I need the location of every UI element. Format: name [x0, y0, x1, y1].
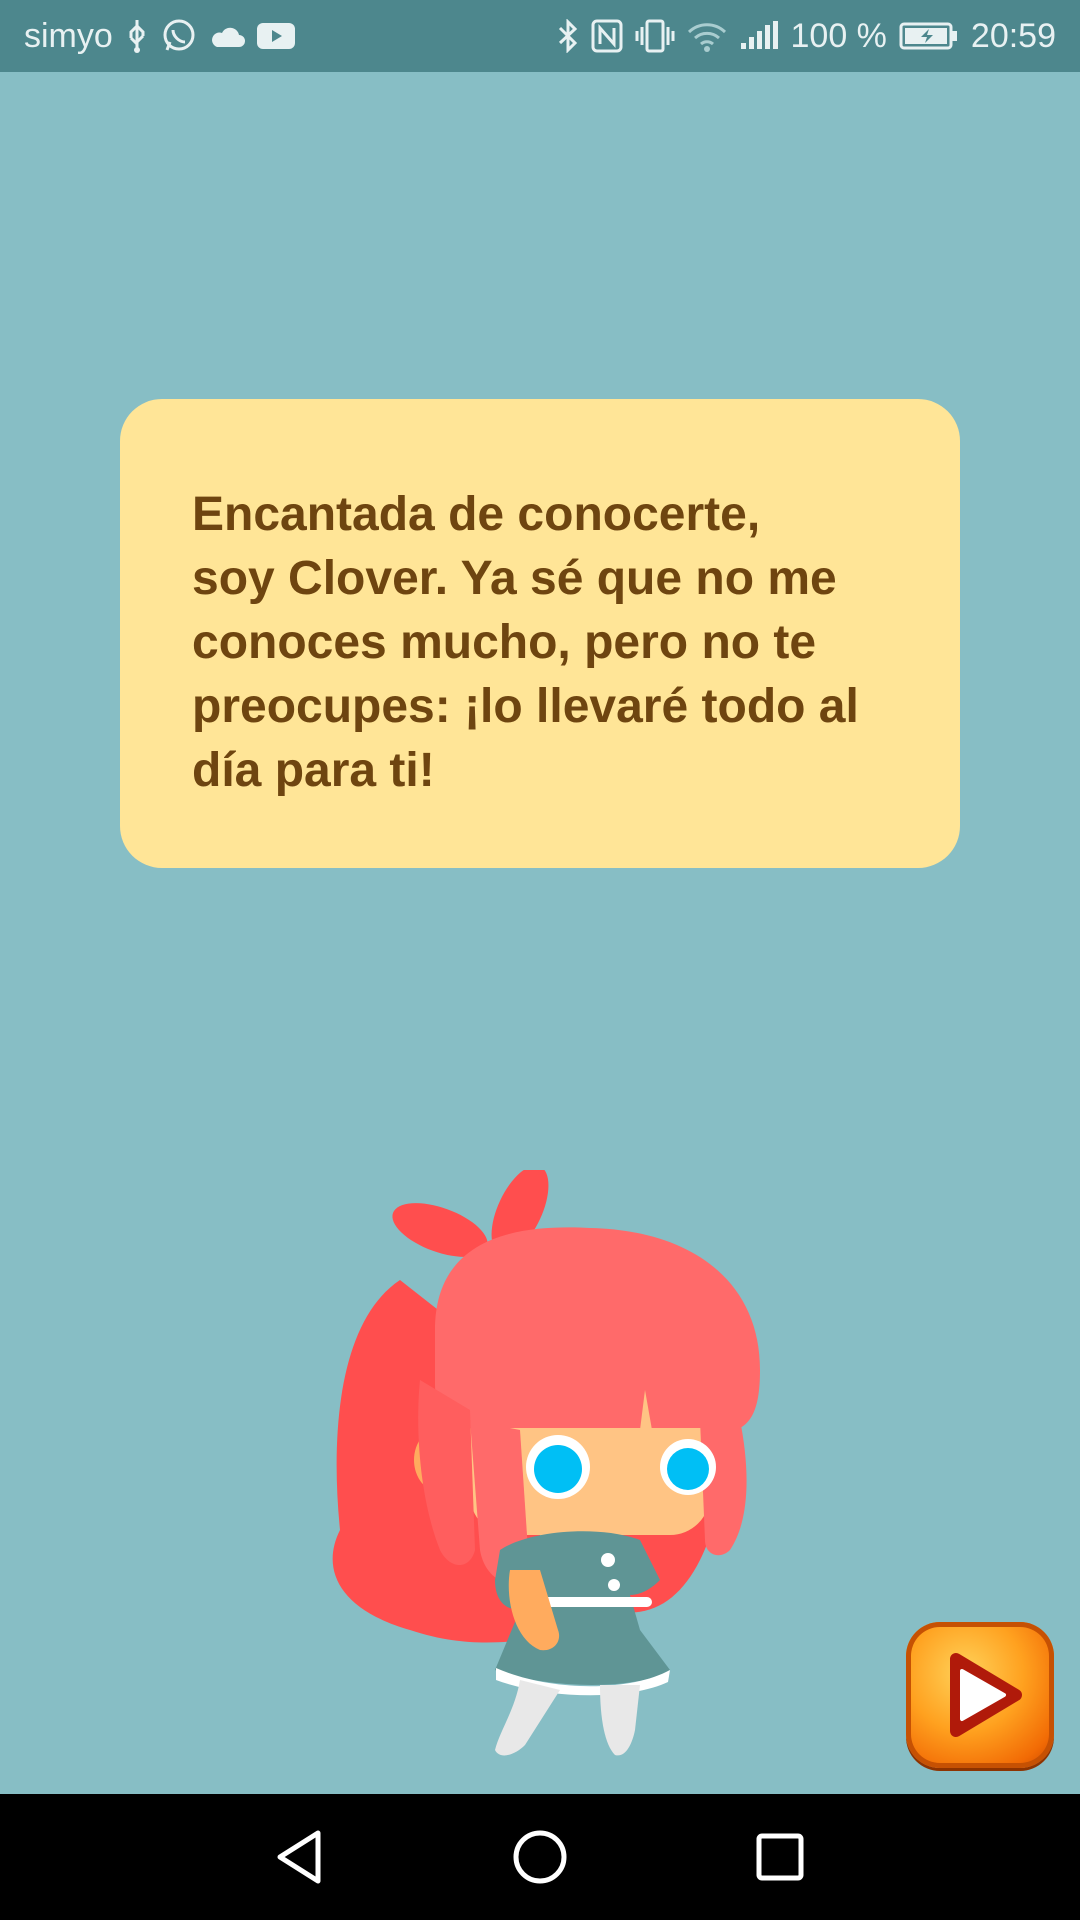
wifi-icon [687, 20, 727, 52]
status-bar-right: 100 % 20:59 [557, 16, 1056, 56]
clover-character [300, 1165, 770, 1770]
play-icon [950, 1653, 1022, 1737]
youtube-icon [256, 21, 295, 51]
cloud-icon [209, 23, 245, 49]
status-bar: simyo 100 % 20:59 [0, 0, 1080, 72]
speech-bubble: Encantada de conocerte, soy Clover. Ya s… [120, 399, 960, 868]
carrier-name: simyo [24, 16, 113, 55]
battery-icon [899, 21, 959, 51]
back-icon [277, 1830, 321, 1884]
dialog-line: preocupes: ¡lo llevaré todo al [192, 680, 859, 733]
home-button[interactable] [495, 1812, 585, 1902]
clover-illustration [332, 1165, 760, 1756]
bluetooth-icon [557, 19, 579, 53]
battery-percentage: 100 % [790, 16, 887, 55]
status-bar-left: simyo [24, 17, 295, 56]
dialog-line: soy Clover. Ya sé que no me [192, 552, 837, 605]
dialog-line: conoces mucho, pero no te [192, 616, 817, 669]
whatsapp-icon [161, 18, 197, 54]
dialog-line: Encantada de conocerte, [192, 488, 761, 541]
vibrate-icon [635, 19, 675, 53]
next-button[interactable] [906, 1622, 1054, 1768]
dialog-text: Encantada de conocerte, soy Clover. Ya s… [192, 483, 900, 803]
clock: 20:59 [970, 16, 1056, 55]
recents-icon [756, 1833, 804, 1881]
nfc-icon [591, 19, 623, 53]
usb-icon [125, 18, 149, 54]
signal-icon [739, 21, 779, 51]
recents-button[interactable] [735, 1812, 825, 1902]
navigation-bar [0, 1794, 1080, 1920]
back-button[interactable] [255, 1812, 345, 1902]
home-icon [513, 1830, 567, 1884]
dialog-line: día para ti! [192, 744, 435, 797]
